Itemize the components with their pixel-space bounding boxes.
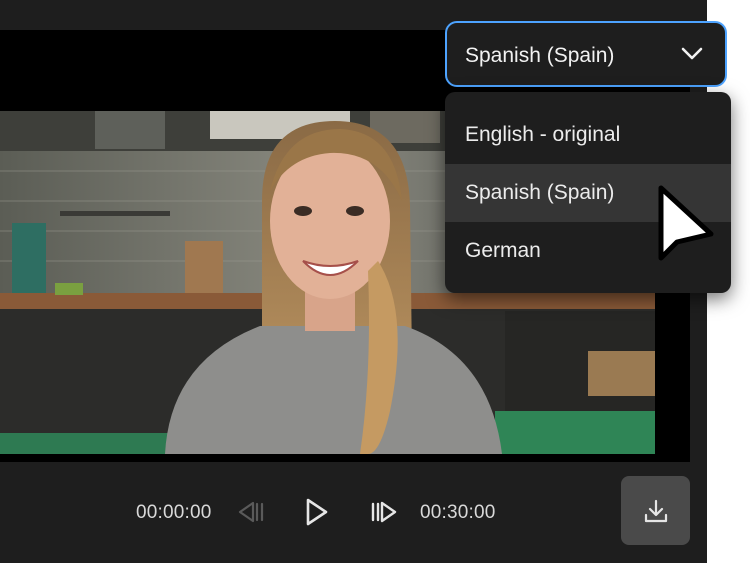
play-button[interactable]	[296, 492, 336, 532]
language-select[interactable]: Spanish (Spain)	[445, 21, 727, 87]
total-time: 00:30:00	[420, 502, 496, 523]
mouse-cursor-icon	[655, 182, 719, 273]
selected-language: Spanish (Spain)	[465, 44, 615, 67]
step-forward-button[interactable]	[364, 492, 404, 532]
chevron-down-icon	[681, 47, 703, 66]
download-icon	[644, 499, 667, 522]
step-forward-icon	[371, 501, 397, 523]
play-icon	[306, 498, 328, 526]
step-back-button[interactable]	[231, 492, 271, 532]
language-option-english[interactable]: English - original	[445, 106, 731, 164]
step-back-icon	[238, 501, 264, 523]
download-button[interactable]	[621, 476, 690, 545]
playback-controls: 00:00:00 00:30:00	[0, 470, 707, 563]
current-time: 00:00:00	[136, 502, 212, 523]
